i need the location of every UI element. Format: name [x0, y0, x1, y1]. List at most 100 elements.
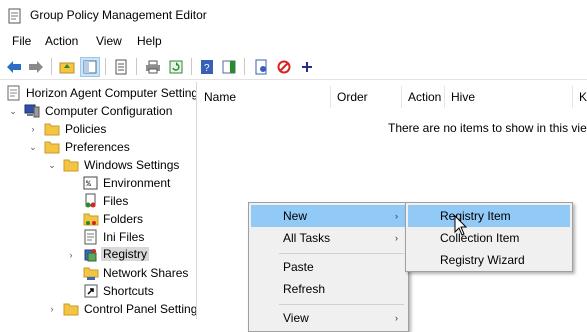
registry-icon: [84, 249, 97, 262]
show-hide-action-pane-icon: [222, 60, 236, 74]
menu-action[interactable]: Action: [43, 34, 80, 48]
add-icon: [302, 62, 312, 72]
context-menu-item-paste[interactable]: Paste: [251, 256, 406, 278]
folder-icon: [63, 159, 79, 172]
toolbar-separator: [191, 58, 192, 75]
tree-label: Control Panel Setting: [84, 302, 197, 316]
submenu-item-registry-wizard[interactable]: Registry Wizard: [408, 249, 570, 271]
network-shares-icon: [83, 267, 99, 280]
submenu-arrow-icon: ›: [395, 233, 398, 243]
shortcuts-icon: [84, 284, 98, 298]
tree-node-control-panel-settings[interactable]: › Control Panel Setting: [0, 300, 197, 318]
new-item-button[interactable]: [251, 57, 271, 77]
help-button[interactable]: ?: [197, 57, 217, 77]
submenu-arrow-icon: ›: [395, 211, 398, 221]
context-menu-item-view[interactable]: View ›: [251, 307, 406, 329]
menu-view[interactable]: View: [94, 34, 124, 48]
tree-node-policies[interactable]: › Policies: [0, 120, 196, 138]
column-header-action[interactable]: Action: [402, 86, 445, 108]
tree-node-preferences[interactable]: ⌄ Preferences: [0, 138, 196, 156]
submenu-item-collection-item[interactable]: Collection Item: [408, 227, 570, 249]
toolbar-separator: [51, 58, 52, 75]
toolbar-separator: [244, 58, 245, 75]
new-submenu: Registry Item Collection Item Registry W…: [405, 202, 573, 272]
up-one-level-button[interactable]: [57, 57, 77, 77]
column-header-key[interactable]: K: [573, 86, 587, 108]
computer-icon: [24, 104, 40, 118]
tree-node-ini-files[interactable]: Ini Files: [0, 228, 196, 246]
submenu-item-registry-item[interactable]: Registry Item: [408, 205, 570, 227]
context-menu-label: View: [283, 311, 309, 325]
stop-button[interactable]: [274, 57, 294, 77]
menu-help[interactable]: Help: [135, 34, 164, 48]
tree-label: Environment: [103, 176, 171, 190]
context-menu-label: Refresh: [283, 282, 326, 296]
submenu-label: Collection Item: [440, 231, 520, 245]
context-menu-label: All Tasks: [283, 231, 331, 245]
column-header-order[interactable]: Order: [331, 86, 402, 108]
chevron-right-icon[interactable]: ›: [66, 250, 76, 260]
show-hide-tree-button[interactable]: [80, 57, 100, 77]
properties-icon: [115, 59, 127, 75]
help-icon: ?: [201, 60, 213, 74]
svg-text:%: %: [86, 180, 91, 189]
chevron-right-icon[interactable]: ›: [28, 124, 38, 134]
tree-node-registry[interactable]: › Registry: [0, 246, 196, 264]
folder-up-icon: [59, 62, 75, 74]
tree-label: Registry: [101, 247, 150, 261]
back-button[interactable]: [4, 57, 24, 77]
tree-node-shortcuts[interactable]: Shortcuts: [0, 282, 196, 300]
tree-node-windows-settings[interactable]: ⌄ Windows Settings: [0, 156, 196, 174]
tree-label: Windows Settings: [84, 158, 180, 172]
svg-text:?: ?: [204, 63, 210, 74]
tree-label: Files: [103, 194, 129, 208]
toolbar-separator: [105, 58, 106, 75]
tree-node-environment[interactable]: % Environment: [0, 174, 196, 192]
show-hide-action-pane-button[interactable]: [219, 57, 239, 77]
chevron-down-icon[interactable]: ⌄: [47, 160, 57, 170]
chevron-right-icon[interactable]: ›: [47, 304, 57, 314]
tree-node-files[interactable]: Files: [0, 192, 196, 210]
environment-icon: %: [83, 176, 98, 190]
empty-list-message: There are no items to show in this view: [388, 121, 587, 135]
menu-bar: File Action View Help: [0, 32, 587, 52]
tree-node-root[interactable]: Horizon Agent Computer Setting: [0, 84, 196, 102]
column-header-hive[interactable]: Hive: [445, 86, 573, 108]
submenu-arrow-icon: ›: [395, 313, 398, 323]
policy-editor-app-icon: [8, 8, 21, 24]
folder-icon: [63, 303, 79, 316]
new-item-icon: [255, 59, 267, 75]
policy-scroll-icon: [7, 85, 20, 101]
ini-files-icon: [84, 229, 97, 245]
folders-icon: [83, 213, 99, 226]
context-menu-item-all-tasks[interactable]: All Tasks ›: [251, 227, 406, 249]
tree-node-computer-configuration[interactable]: ⌄ Computer Configuration: [0, 102, 196, 120]
gpme-window: Group Policy Management Editor File Acti…: [0, 0, 587, 332]
tree-label: Computer Configuration: [45, 104, 173, 118]
tree-node-network-shares[interactable]: Network Shares: [0, 264, 196, 282]
print-button[interactable]: [143, 57, 163, 77]
back-arrow-icon: [7, 61, 21, 73]
context-menu-label: Paste: [283, 260, 314, 274]
menu-file[interactable]: File: [10, 34, 33, 48]
context-menu-separator: [279, 304, 404, 305]
tree-label: Preferences: [65, 140, 130, 154]
context-menu-separator: [279, 253, 404, 254]
tree-node-folders[interactable]: Folders: [0, 210, 196, 228]
show-hide-tree-icon: [83, 60, 97, 74]
mouse-pointer-icon: [454, 215, 468, 236]
chevron-down-icon[interactable]: ⌄: [8, 106, 18, 116]
window-title: Group Policy Management Editor: [30, 8, 207, 22]
console-tree[interactable]: Horizon Agent Computer Setting ⌄ Compute…: [0, 82, 197, 319]
tree-label: Shortcuts: [103, 284, 154, 298]
properties-button[interactable]: [111, 57, 131, 77]
context-menu-item-new[interactable]: New ›: [251, 205, 406, 227]
add-button[interactable]: [297, 57, 317, 77]
context-menu-item-refresh[interactable]: Refresh: [251, 278, 406, 300]
forward-button[interactable]: [26, 57, 46, 77]
tree-label: Folders: [103, 212, 144, 226]
tree-label: Policies: [65, 122, 107, 136]
column-header-name[interactable]: Name: [198, 86, 331, 108]
refresh-button[interactable]: [166, 57, 186, 77]
chevron-down-icon[interactable]: ⌄: [28, 142, 38, 152]
